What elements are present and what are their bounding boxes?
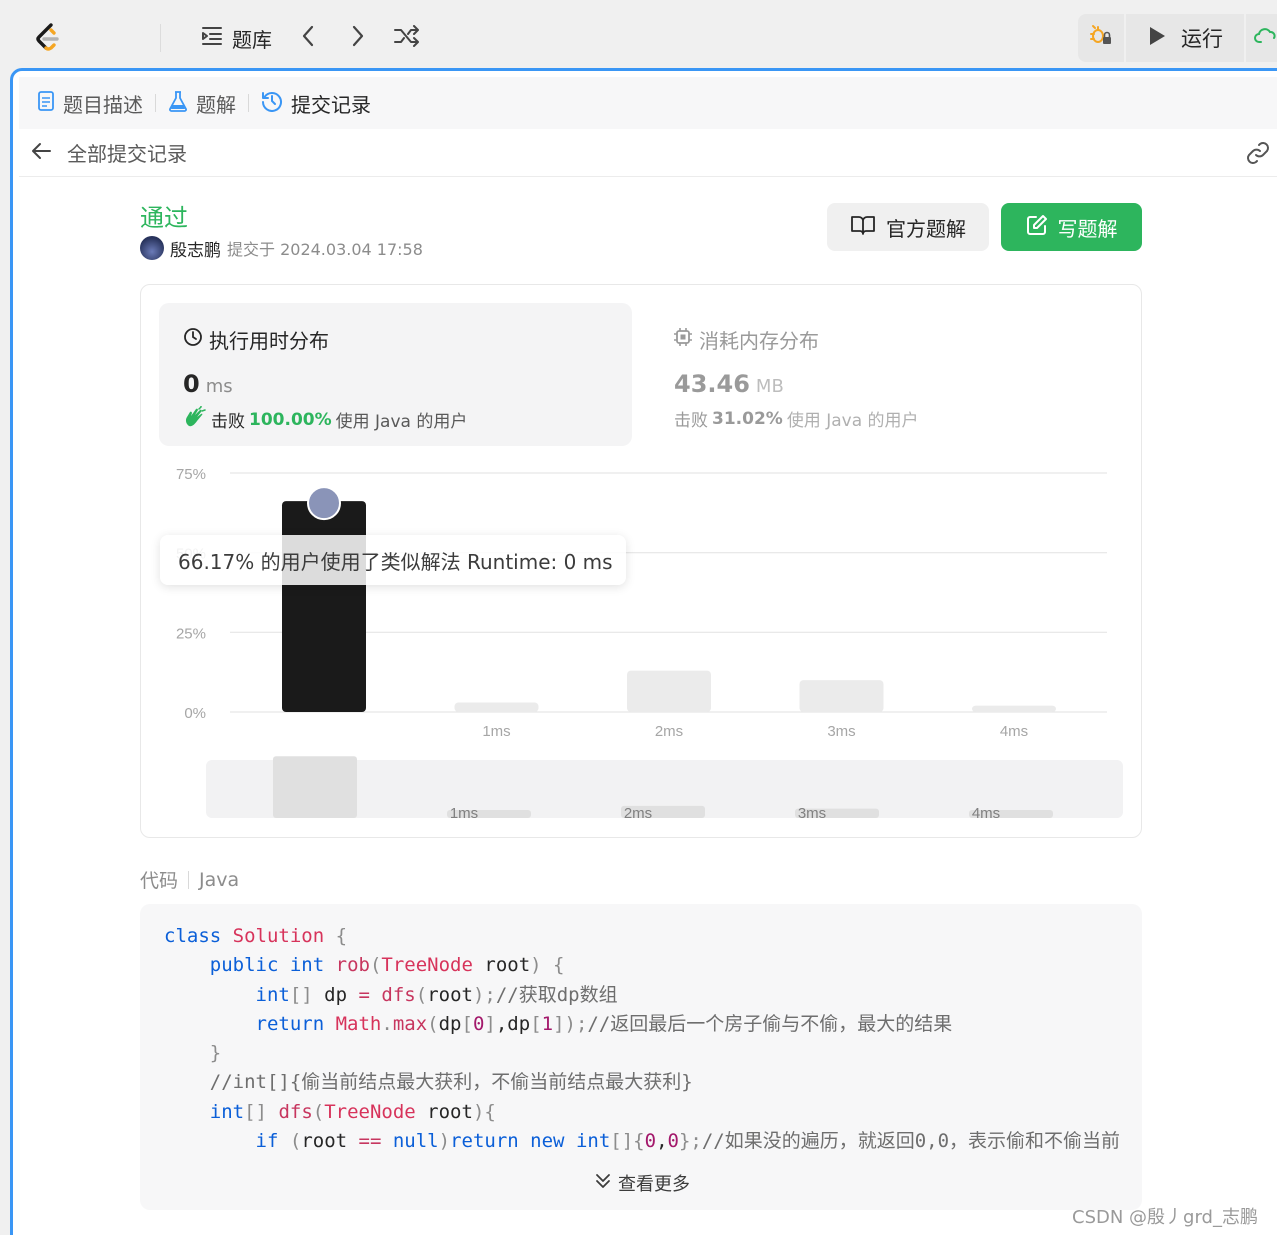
top-bar: 题库 运行 <box>0 0 1277 76</box>
x-tick-label: 3ms <box>827 723 855 740</box>
runtime-beat-prefix: 击败 <box>211 412 245 432</box>
runtime-value: 0 ms <box>183 370 233 398</box>
clapping-hands-icon <box>183 405 207 433</box>
debug-button[interactable] <box>1078 14 1124 62</box>
random-problem-button[interactable] <box>390 22 424 54</box>
y-tick-label: 25% <box>176 625 206 642</box>
memory-beat-suffix: 使用 Java 的用户 <box>786 411 919 431</box>
runtime-beat-suffix: 使用 Java 的用户 <box>335 412 468 432</box>
author-name[interactable]: 殷志鹏 <box>170 236 221 261</box>
y-tick-label: 75% <box>176 466 206 483</box>
official-solution-label: 官方题解 <box>886 216 966 241</box>
code-lines: class Solution { public int rob(TreeNode… <box>164 922 1119 1156</box>
cloud-upload-icon <box>1253 24 1277 52</box>
code-header: 代码 Java <box>140 866 239 893</box>
double-chevron-down-icon <box>594 1172 612 1195</box>
runtime-title[interactable]: 执行用时分布 <box>183 325 329 354</box>
user-avatar-marker <box>307 486 341 521</box>
chart-bar <box>282 501 366 712</box>
y-tick-label: 0% <box>184 705 206 722</box>
next-problem-button[interactable] <box>344 22 372 54</box>
code-line: class Solution { <box>164 925 348 947</box>
runtime-beat-pct: 100.00% <box>249 409 332 430</box>
code-line: } <box>209 1042 222 1065</box>
code-block[interactable]: class Solution { public int rob(TreeNode… <box>140 904 1142 1210</box>
topbar-divider <box>160 24 161 52</box>
edit-icon <box>1026 214 1048 241</box>
runtime-title-label: 执行用时分布 <box>209 329 329 353</box>
runtime-number: 0 <box>183 370 200 398</box>
x-tick-label: 4ms <box>1000 723 1028 740</box>
submit-button[interactable] <box>1246 14 1277 62</box>
problem-bank-button[interactable]: 题库 <box>186 22 286 54</box>
show-more-label: 查看更多 <box>618 1174 690 1195</box>
bug-lock-icon <box>1089 24 1113 52</box>
submitted-time: 提交于 2024.03.04 17:58 <box>227 240 423 259</box>
x-tick-label: 2ms <box>655 723 683 740</box>
play-icon <box>1147 25 1167 52</box>
problem-bank-label: 题库 <box>232 27 272 52</box>
code-line: public int rob(TreeNode root) { <box>209 954 565 977</box>
x-tick-label: 1ms <box>482 723 510 740</box>
code-line: return Math.max(dp[0],dp[1]);//返回最后一个房子偷… <box>255 1012 953 1035</box>
overview-tick-label: 3ms <box>798 805 826 822</box>
memory-beat-prefix: 击败 <box>674 411 708 431</box>
watermark: CSDN @殷丿grd_志鹏 <box>1072 1207 1258 1228</box>
submission-detail: 通过 殷志鹏 提交于 2024.03.04 17:58 官方题解 写题解 执行用… <box>13 71 1277 1235</box>
overview-tick-label: 4ms <box>972 805 1000 822</box>
avatar[interactable] <box>140 236 164 260</box>
code-line: if (root == null)return new int[]{0,0};/… <box>255 1130 1119 1153</box>
overview-tick-label: 2ms <box>624 805 652 822</box>
runtime-unit: ms <box>205 376 233 397</box>
code-language: Java <box>199 868 240 891</box>
chip-icon <box>673 327 693 352</box>
submission-panel: 题目描述 题解 提交记录 全部提交记录 通过 殷志鹏 提交于 2024.03.0… <box>10 68 1277 1235</box>
list-indent-icon <box>200 25 224 52</box>
runtime-beat: 击败 100.00% 使用 Java 的用户 <box>183 405 468 433</box>
prev-problem-button[interactable] <box>294 22 322 54</box>
chevron-right-icon <box>351 25 365 52</box>
run-button[interactable]: 运行 <box>1126 14 1244 62</box>
memory-unit: MB <box>755 376 784 397</box>
submission-meta: 殷志鹏 提交于 2024.03.04 17:58 <box>140 236 423 261</box>
code-header-divider <box>188 870 190 889</box>
memory-value: 43.46 MB <box>674 370 784 398</box>
write-solution-button[interactable]: 写题解 <box>1001 203 1142 251</box>
official-solution-button[interactable]: 官方题解 <box>827 203 989 251</box>
leetcode-logo-icon[interactable] <box>30 20 66 56</box>
memory-title[interactable]: 消耗内存分布 <box>673 325 819 354</box>
book-open-icon <box>850 214 876 241</box>
overview-bar <box>273 756 357 818</box>
run-toolbar: 运行 <box>1078 14 1277 62</box>
submission-status: 通过 <box>140 204 188 232</box>
overview-tick-label: 1ms <box>450 805 478 822</box>
code-line: //int[]{偷当前结点最大获利，不偷当前结点最大获利} <box>209 1071 693 1094</box>
memory-number: 43.46 <box>674 370 750 398</box>
code-line: int[] dp = dfs(root);//获取dp数组 <box>255 983 618 1006</box>
run-label: 运行 <box>1181 27 1223 51</box>
memory-title-label: 消耗内存分布 <box>699 329 819 353</box>
chart-tooltip: 66.17% 的用户使用了类似解法 Runtime: 0 ms <box>160 535 626 585</box>
memory-beat: 击败 31.02% 使用 Java 的用户 <box>674 406 919 432</box>
chevron-left-icon <box>301 25 315 52</box>
code-line: int[] dfs(TreeNode root){ <box>209 1100 496 1123</box>
chart-bar <box>627 670 711 712</box>
runtime-distribution-chart: 0%25%50%75%1ms2ms3ms4ms1ms2ms3ms4ms <box>176 466 1123 822</box>
chart-bar <box>799 680 884 712</box>
chart-bar <box>972 705 1056 712</box>
clock-icon <box>183 327 203 352</box>
show-more-button[interactable]: 查看更多 <box>594 1170 690 1196</box>
code-label: 代码 <box>140 870 179 892</box>
chart-bar <box>454 702 539 712</box>
write-solution-label: 写题解 <box>1057 216 1118 241</box>
shuffle-icon <box>393 24 421 52</box>
memory-beat-pct: 31.02% <box>712 408 783 429</box>
